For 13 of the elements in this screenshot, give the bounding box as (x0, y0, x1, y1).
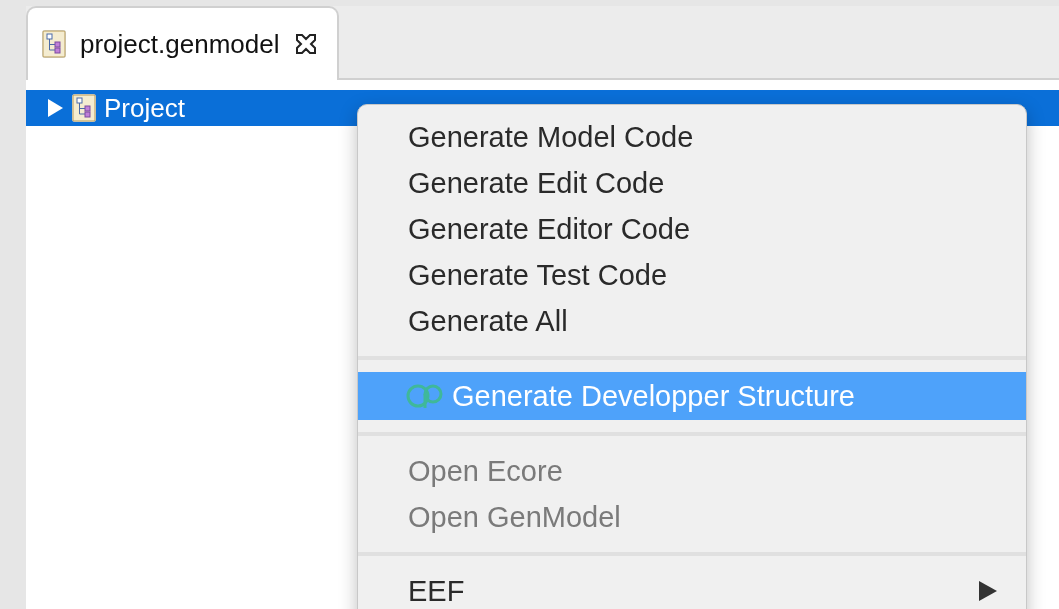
tree-label: Project (104, 92, 185, 124)
file-icon (42, 30, 66, 58)
menu-item[interactable]: Generate All (358, 298, 1026, 344)
editor-tab[interactable]: project.genmodel (26, 6, 340, 80)
menu-item[interactable]: EEF (358, 568, 1026, 609)
menu-item[interactable]: Generate Editor Code (358, 206, 1026, 252)
expand-arrow-icon[interactable] (46, 98, 64, 118)
submenu-arrow-icon (978, 580, 998, 602)
tab-label: project.genmodel (80, 28, 280, 60)
menu-item[interactable]: Generate Test Code (358, 252, 1026, 298)
menu-item[interactable]: Generate Edit Code (358, 160, 1026, 206)
tree-node-icon (72, 94, 96, 122)
menu-item[interactable]: Generate Model Code (358, 114, 1026, 160)
